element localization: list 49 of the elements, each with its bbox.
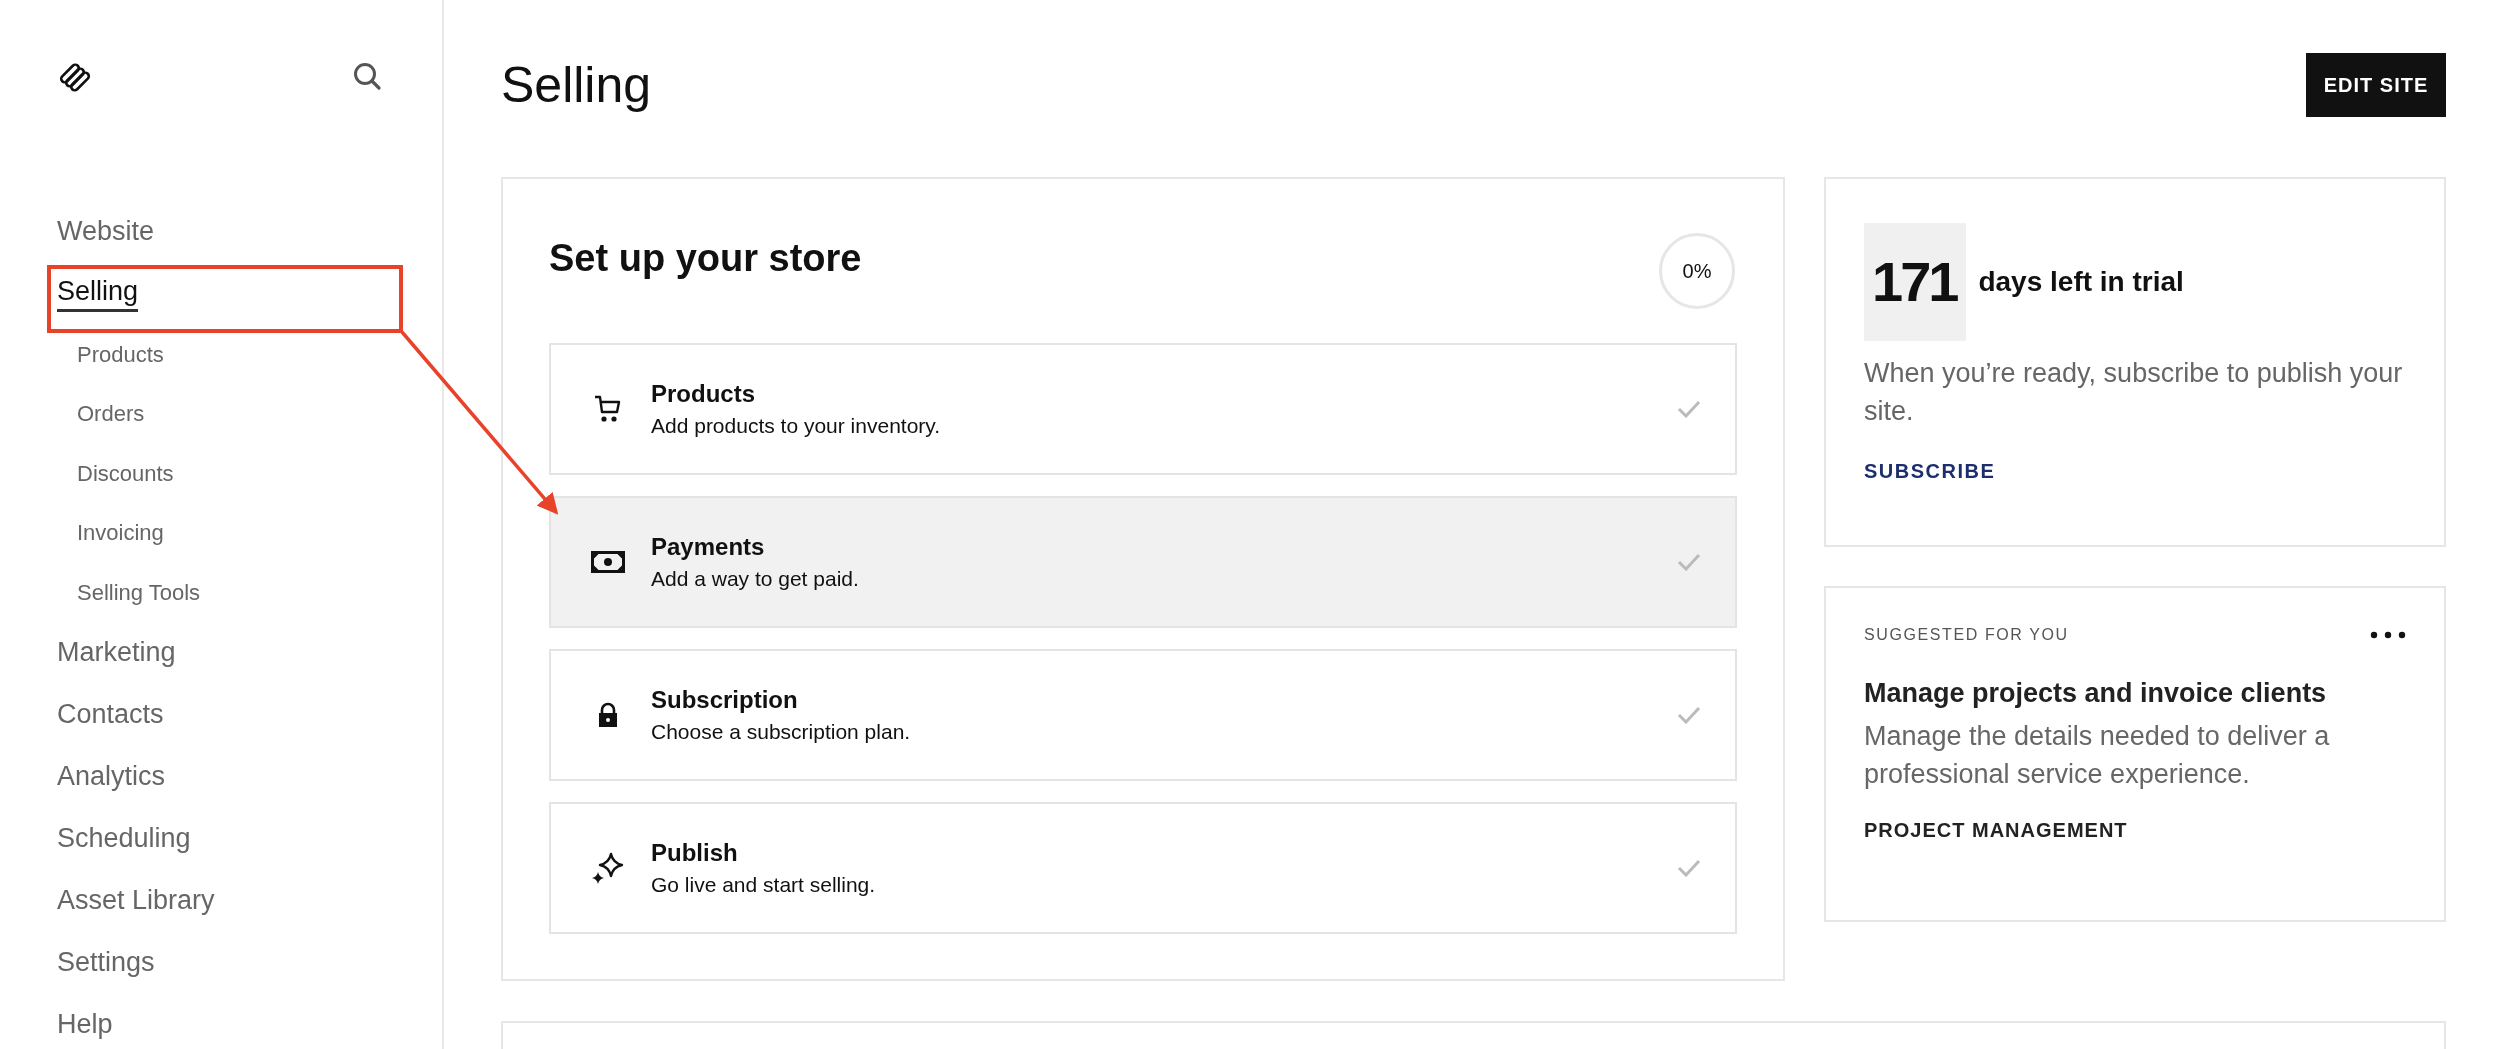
edit-site-button[interactable]: EDIT SITE (2306, 53, 2446, 117)
nav-subitem[interactable]: Invoicing (77, 520, 164, 547)
step-description: Go live and start selling. (651, 873, 877, 897)
progress-ring: 0% (1659, 233, 1735, 309)
banknote-icon (591, 551, 625, 573)
setup-step[interactable]: Payments Add a way to get paid. (549, 496, 1737, 628)
nav-item[interactable]: Settings (57, 947, 155, 980)
step-title: Subscription (651, 686, 799, 714)
nav-item[interactable]: Help (57, 1009, 113, 1042)
search-icon[interactable] (352, 61, 382, 91)
cart-icon (594, 394, 622, 424)
nav-subitem[interactable]: Selling Tools (77, 579, 201, 606)
step-title: Products (651, 380, 756, 408)
nav-item[interactable]: Selling (57, 276, 139, 312)
nav-subitem[interactable]: Discounts (77, 460, 174, 487)
setup-step[interactable]: Publish Go live and start selling. (549, 802, 1737, 934)
card-title: Set up your store (549, 237, 862, 280)
lock-icon (597, 702, 619, 728)
suggestion-title: Manage projects and invoice clients (1864, 678, 2328, 709)
checkmark-icon (1677, 553, 1701, 571)
page-title: Selling (501, 56, 652, 114)
days-label: days left in trial (1978, 265, 2184, 298)
more-icon[interactable] (2370, 631, 2406, 639)
checkmark-icon (1677, 400, 1701, 418)
project-management-link[interactable]: PROJECT MANAGEMENT (1864, 819, 2128, 842)
nav-item[interactable]: Scheduling (57, 823, 191, 856)
suggestion-text: Manage the details needed to deliver a professional service experience. (1864, 720, 2331, 791)
step-description: Choose a subscription plan. (651, 720, 912, 744)
checkmark-icon (1677, 706, 1701, 724)
subscribe-link[interactable]: SUBSCRIBE (1864, 460, 1996, 483)
step-description: Add products to your inventory. (651, 414, 942, 438)
nav-item[interactable]: Contacts (57, 699, 164, 732)
nav-item[interactable]: Analytics (57, 761, 166, 794)
setup-step[interactable]: Products Add products to your inventory. (549, 343, 1737, 475)
suggestion-eyebrow: SUGGESTED FOR YOU (1864, 626, 2069, 644)
step-title: Publish (651, 839, 739, 867)
nav-item[interactable]: Website (57, 215, 155, 249)
nav-subitem[interactable]: Orders (77, 401, 145, 428)
days-count: 171 (1864, 222, 1967, 341)
step-title: Payments (651, 533, 766, 561)
nav-item[interactable]: Marketing (57, 637, 176, 670)
setup-step[interactable]: Subscription Choose a subscription plan. (549, 649, 1737, 781)
trial-text: When you’re ready, subscribe to publish your site. (1864, 357, 2404, 428)
checkmark-icon (1677, 859, 1701, 877)
sparkle-icon (591, 851, 625, 885)
logo-icon[interactable] (57, 60, 93, 92)
step-description: Add a way to get paid. (651, 567, 860, 591)
nav-item[interactable]: Asset Library (57, 885, 215, 918)
nav-subitem[interactable]: Products (77, 341, 164, 368)
